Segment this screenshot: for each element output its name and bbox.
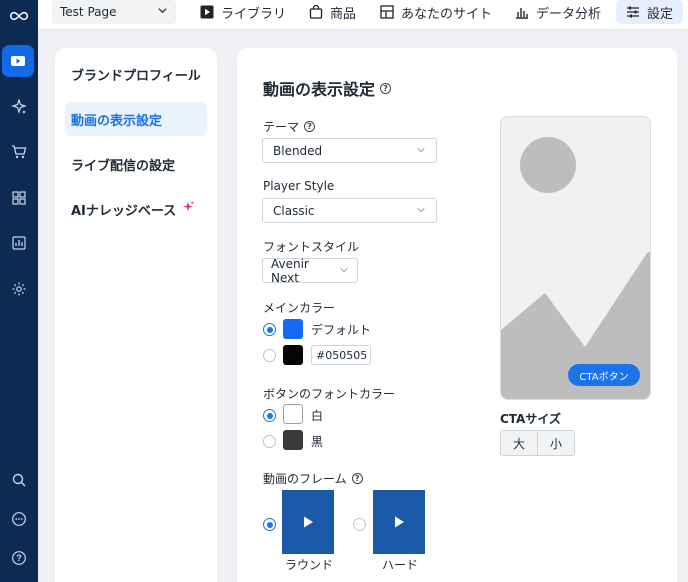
settings-submenu: ブランドプロフィール 動画の表示設定 ライブ配信の設定 AIナレッジベース <box>55 48 217 582</box>
cta-size-label: CTAサイズ <box>500 410 561 427</box>
frame-round-text: ラウンド <box>285 558 334 572</box>
bar-chart-icon <box>516 8 528 19</box>
button-font-color-label: ボタンのフォントカラー <box>263 385 395 402</box>
main-color-default-text: デフォルト <box>311 323 372 337</box>
cta-preview-button[interactable]: CTAボタン <box>568 364 640 386</box>
player-style-label-text: Player Style <box>263 179 335 193</box>
grid-icon[interactable] <box>7 186 31 210</box>
page-title-text: 動画の表示設定 <box>263 80 376 99</box>
analytics-icon[interactable] <box>7 231 31 255</box>
nav-library[interactable]: ライブラリ <box>200 0 286 24</box>
chevron-down-icon <box>157 5 168 19</box>
theme-label: テーマ ? <box>263 118 316 135</box>
main-color-hex-value: #050505 <box>316 348 368 362</box>
player-style-select[interactable]: Classic <box>262 198 437 223</box>
chevron-down-icon <box>416 144 426 158</box>
main-color-custom-swatch[interactable] <box>283 345 303 365</box>
nav-products-label: 商品 <box>330 6 357 22</box>
cta-size-label-text: CTAサイズ <box>500 412 561 426</box>
left-rail: ? <box>0 0 38 582</box>
nav-settings-label: 設定 <box>647 6 674 22</box>
cta-size-large-label: 大 <box>512 436 525 451</box>
main-color-default-swatch[interactable] <box>283 319 303 339</box>
frame-hard-text: ハード <box>382 558 419 572</box>
cta-preview-button-label: CTAボタン <box>579 371 629 383</box>
video-frame-help-icon[interactable]: ? <box>351 473 363 484</box>
video-display-settings-panel: 動画の表示設定 ? テーマ ? Blended Player Style Cla… <box>237 48 677 582</box>
chevron-down-icon <box>416 204 426 218</box>
top-bar: Test Page ライブラリ 商品 あなたのサイト データ分析 設定 <box>38 0 688 30</box>
nav-analytics-label: データ分析 <box>536 6 602 22</box>
theme-select[interactable]: Blended <box>262 138 437 163</box>
page-select[interactable]: Test Page <box>52 0 176 24</box>
button-font-black-radio[interactable] <box>263 435 276 448</box>
frame-hard-thumbnail[interactable] <box>373 490 425 554</box>
submenu-brand-profile[interactable]: ブランドプロフィール <box>65 57 207 91</box>
button-font-white-swatch[interactable] <box>283 404 303 424</box>
player-style-label: Player Style <box>263 179 334 193</box>
font-style-label: フォントスタイル <box>263 238 359 255</box>
page-title: 動画の表示設定 ? <box>263 76 392 100</box>
button-font-white-text: 白 <box>311 409 324 423</box>
search-icon[interactable] <box>7 468 31 492</box>
cta-size-large-button[interactable]: 大 <box>500 430 538 456</box>
play-icon <box>304 516 313 528</box>
svg-text:?: ? <box>16 553 22 563</box>
nav-analytics[interactable]: データ分析 <box>515 0 601 24</box>
chat-icon[interactable] <box>7 507 31 531</box>
frame-hard-radio[interactable] <box>353 518 366 531</box>
submenu-ai-knowledge-base-label: AIナレッジベース <box>71 203 177 219</box>
video-frame-label: 動画のフレーム ? <box>263 470 363 487</box>
help-icon[interactable]: ? <box>7 546 31 570</box>
nav-your-site[interactable]: あなたのサイト <box>380 0 492 24</box>
play-icon <box>395 516 404 528</box>
button-font-color-label-text: ボタンのフォントカラー <box>263 387 396 401</box>
font-style-select[interactable]: Avenir Next <box>262 256 358 285</box>
frame-round-radio[interactable] <box>263 518 276 531</box>
video-frame-label-text: 動画のフレーム <box>263 472 347 486</box>
nav-library-label: ライブラリ <box>221 6 287 22</box>
logo-infinity-icon[interactable] <box>7 4 31 28</box>
cart-icon[interactable] <box>7 140 31 164</box>
cta-size-small-button[interactable]: 小 <box>537 430 575 456</box>
font-style-label-text: フォントスタイル <box>263 240 360 254</box>
main-color-hex-input[interactable]: #050505 <box>311 345 371 365</box>
submenu-video-display[interactable]: 動画の表示設定 <box>65 102 207 136</box>
video-preview: CTAボタン <box>500 116 651 400</box>
theme-select-value: Blended <box>273 143 323 158</box>
submenu-live-stream-label: ライブ配信の設定 <box>71 158 176 174</box>
sparkle-icon <box>182 201 194 217</box>
submenu-video-display-label: 動画の表示設定 <box>71 113 163 129</box>
frame-round-thumbnail[interactable] <box>282 490 334 554</box>
submenu-ai-knowledge-base[interactable]: AIナレッジベース <box>65 192 207 226</box>
page-select-value: Test Page <box>60 5 117 19</box>
submenu-brand-profile-label: ブランドプロフィール <box>71 68 201 84</box>
button-font-white-radio[interactable] <box>263 409 276 422</box>
main-color-custom-radio[interactable] <box>263 349 276 362</box>
main-color-default-radio[interactable] <box>263 323 276 336</box>
player-style-select-value: Classic <box>273 203 315 218</box>
nav-settings[interactable]: 設定 <box>616 0 684 24</box>
shopping-bag-icon <box>309 5 323 19</box>
sliders-icon <box>627 6 639 18</box>
cta-size-small-label: 小 <box>549 436 562 451</box>
help-circle-icon[interactable]: ? <box>380 82 392 94</box>
main-color-label: メインカラー <box>263 299 335 316</box>
chevron-down-icon <box>339 264 349 278</box>
gear-icon[interactable] <box>7 277 31 301</box>
main-color-label-text: メインカラー <box>263 301 336 315</box>
button-font-black-text: 黒 <box>311 435 324 449</box>
layout-icon <box>380 5 394 19</box>
font-style-select-value: Avenir Next <box>271 256 309 285</box>
image-placeholder-icon <box>501 137 650 399</box>
video-library-icon[interactable] <box>2 45 34 77</box>
theme-label-text: テーマ <box>263 120 300 134</box>
nav-products[interactable]: 商品 <box>309 0 356 24</box>
button-font-black-swatch[interactable] <box>283 430 303 450</box>
play-square-icon <box>200 5 214 19</box>
ai-sparkle-icon[interactable] <box>7 95 31 119</box>
nav-your-site-label: あなたのサイト <box>401 6 493 22</box>
theme-help-icon[interactable]: ? <box>304 121 316 132</box>
submenu-live-stream[interactable]: ライブ配信の設定 <box>65 147 207 181</box>
